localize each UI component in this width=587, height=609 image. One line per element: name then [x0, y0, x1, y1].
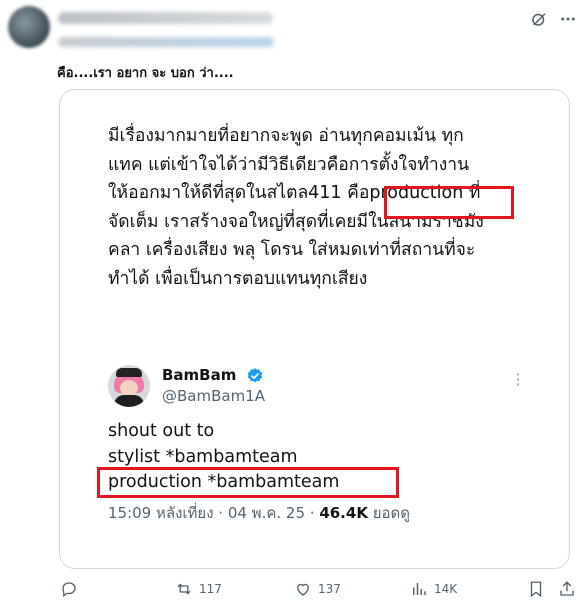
quote-timestamp[interactable]: 15:09 หลังเที่ยง · 04 พ.ค. 25 ·: [108, 504, 319, 522]
share-icon: [560, 581, 574, 596]
highlight-box-production: [97, 467, 399, 498]
blurred-replying-to: [58, 37, 274, 47]
quote-line: shout out to: [108, 421, 215, 441]
like-button[interactable]: 137: [294, 580, 341, 598]
reply-button[interactable]: [60, 580, 84, 598]
thai-line: ทำได้ เพื่อเป็นการตอบแทนทุกเสียง: [108, 268, 368, 289]
retweet-button[interactable]: 117: [175, 580, 222, 598]
bookmark-icon: [530, 581, 542, 598]
more-icon[interactable]: [557, 8, 579, 30]
thai-line: คลา เครื่องเสียง พลุ โดรน ใส่หมดเท่าที่ส…: [108, 240, 476, 260]
like-count: 137: [318, 582, 341, 596]
retweet-icon: [177, 583, 191, 595]
post-text: คือ....เรา อยาก จะ บอก ว่า....: [57, 66, 234, 81]
reply-icon: [62, 582, 76, 598]
views-button[interactable]: 14K: [410, 580, 457, 598]
quote-meta: 15:09 หลังเที่ยง · 04 พ.ค. 25 · 46.4K ยอ…: [108, 501, 410, 525]
blurred-author-name: [58, 12, 273, 24]
post-header: [0, 0, 587, 60]
quote-author-handle[interactable]: @BamBam1A: [162, 387, 265, 405]
thai-line: แทค แต่เข้าใจได้ว่ามีวิธีเดียวคือการตั้ง…: [108, 154, 470, 175]
quote-author-name[interactable]: BamBam: [162, 366, 236, 384]
retweet-count: 117: [199, 582, 222, 596]
action-bar: 117 137 14K: [0, 580, 587, 606]
quote-views-count: 46.4K: [319, 504, 368, 522]
quote-avatar[interactable]: [108, 365, 150, 407]
quote-more-icon[interactable]: · · ·: [512, 367, 524, 393]
quote-views-label: ยอดดู: [367, 504, 411, 522]
highlight-box-production-thai: [384, 186, 514, 219]
avatar[interactable]: [8, 6, 50, 48]
share-button[interactable]: [558, 580, 576, 598]
verified-badge-icon: [247, 368, 263, 383]
like-icon: [297, 583, 309, 596]
views-count: 14K: [434, 582, 458, 596]
thai-line: มีเรื่องมากมายที่อยากจะพูด อ่านทุกคอมเม้…: [108, 126, 464, 146]
grok-icon[interactable]: [528, 8, 550, 30]
bookmark-button[interactable]: [527, 580, 545, 598]
views-icon: [413, 583, 426, 595]
